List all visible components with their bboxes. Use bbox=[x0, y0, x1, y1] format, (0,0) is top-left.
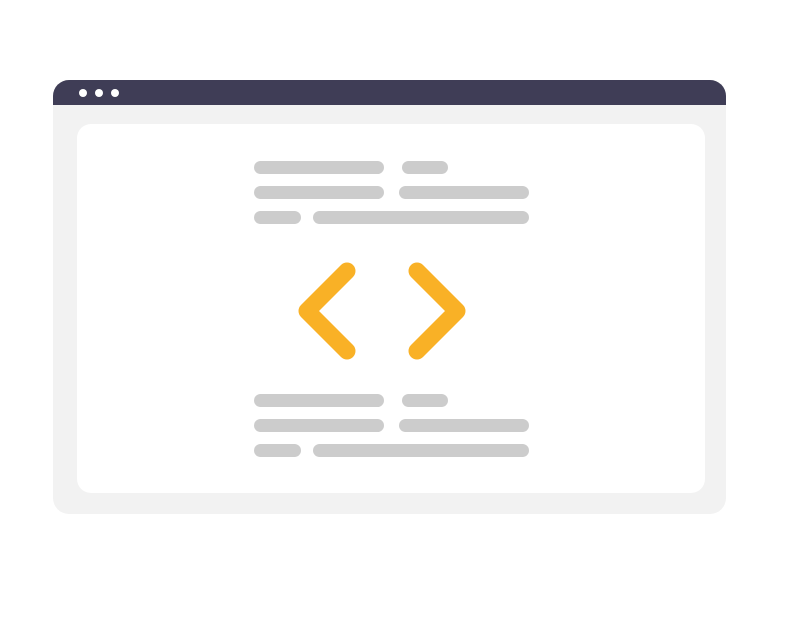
right-bracket-shape bbox=[408, 262, 466, 360]
placeholder-line bbox=[402, 161, 448, 174]
window-titlebar bbox=[53, 80, 726, 105]
window-dot-icon bbox=[79, 89, 87, 97]
content-panel bbox=[77, 124, 705, 493]
placeholder-line bbox=[254, 186, 384, 199]
code-brackets-icon bbox=[298, 262, 466, 360]
placeholder-line bbox=[313, 444, 529, 457]
placeholder-line bbox=[313, 211, 529, 224]
placeholder-line bbox=[254, 444, 301, 457]
placeholder-line bbox=[254, 419, 384, 432]
placeholder-line bbox=[254, 394, 384, 407]
browser-window bbox=[53, 80, 726, 514]
placeholder-line bbox=[254, 161, 384, 174]
illustration bbox=[0, 0, 787, 630]
left-bracket-shape bbox=[298, 262, 356, 360]
placeholder-line bbox=[399, 186, 529, 199]
window-dot-icon bbox=[95, 89, 103, 97]
placeholder-line bbox=[254, 211, 301, 224]
placeholder-line bbox=[399, 419, 529, 432]
window-dot-icon bbox=[111, 89, 119, 97]
placeholder-line bbox=[402, 394, 448, 407]
